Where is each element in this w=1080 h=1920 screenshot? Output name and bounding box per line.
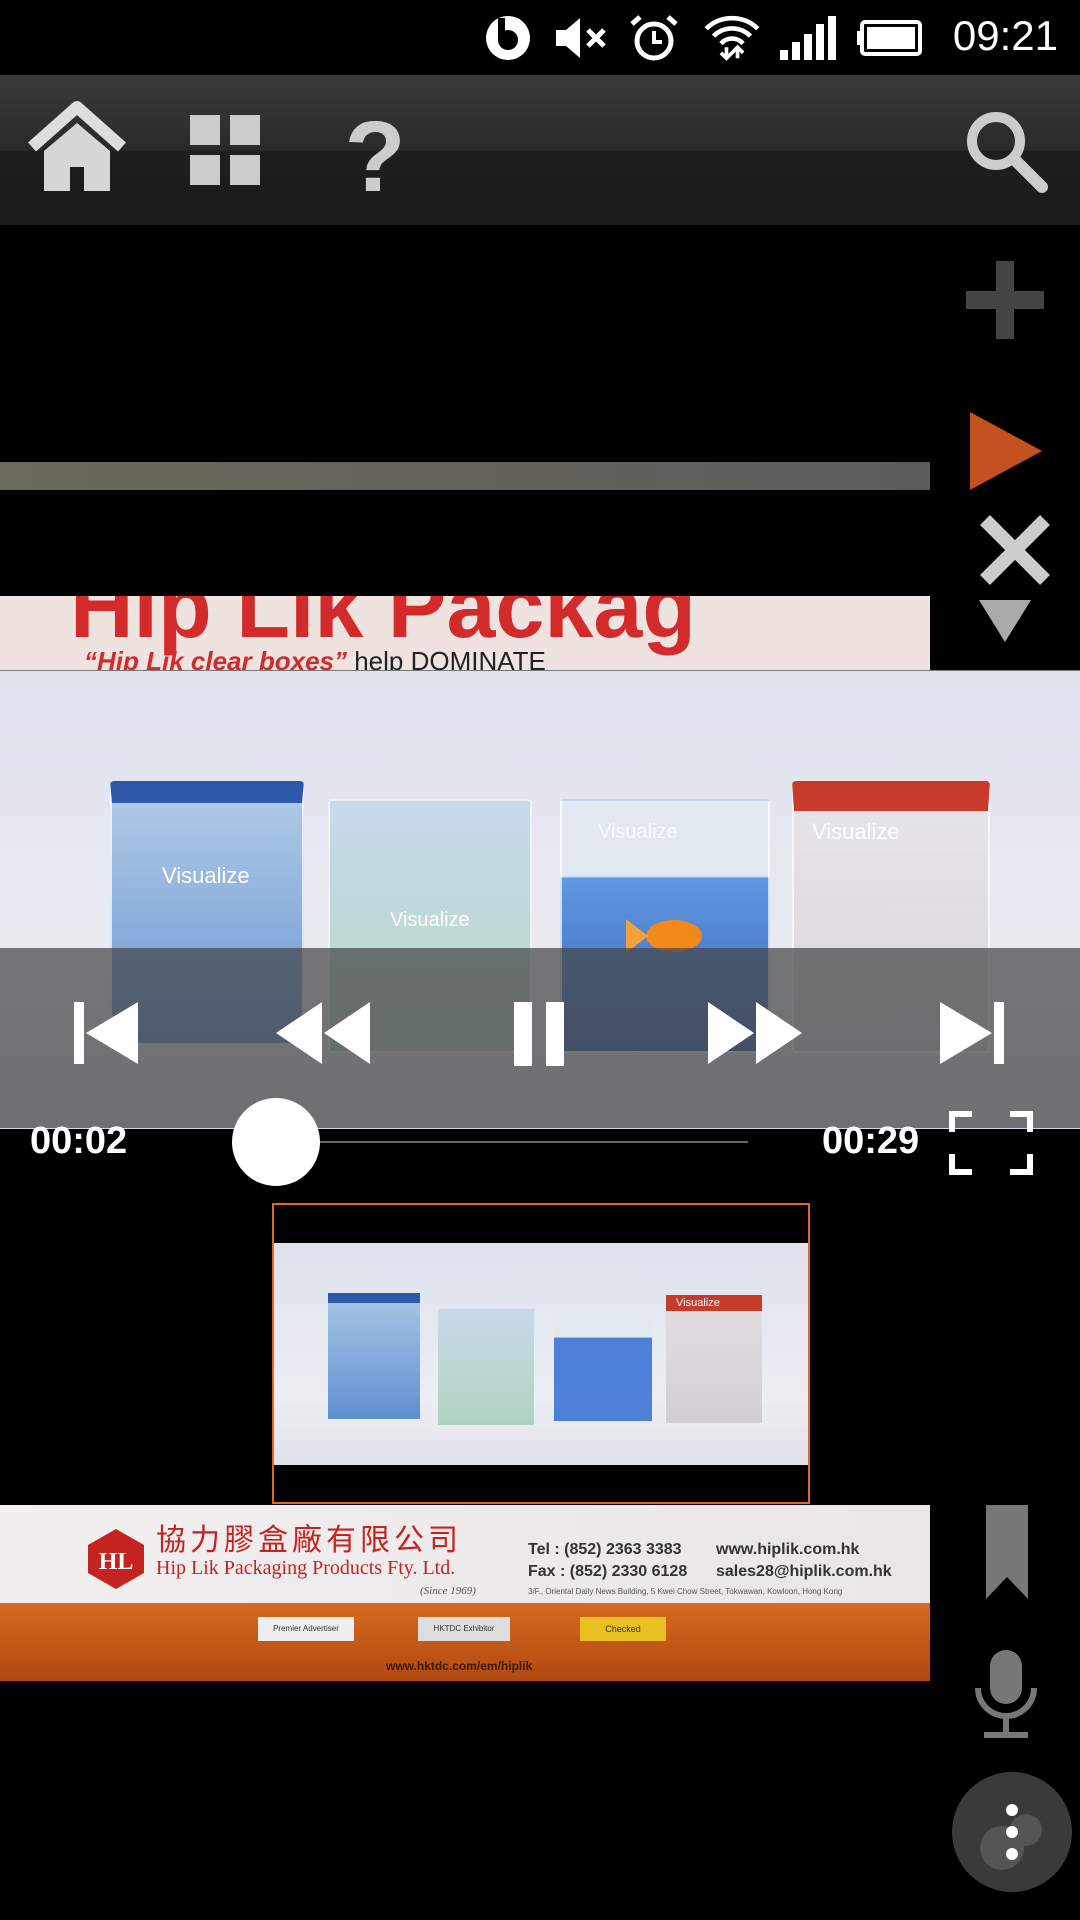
thumbnail-box-label: Visualize: [676, 1297, 720, 1309]
badge-premier-advertiser: Premier Advertiser: [258, 1617, 354, 1641]
company-email[interactable]: sales28@hiplik.com.hk: [716, 1563, 892, 1581]
box-label: Visualize: [812, 819, 900, 844]
search-icon[interactable]: [950, 95, 1060, 205]
close-icon[interactable]: [975, 510, 1055, 590]
toolbar: ?: [0, 75, 1080, 225]
current-time: 00:02: [30, 1120, 128, 1162]
company-chinese: 協力膠盒廠有限公司: [156, 1523, 462, 1558]
grid-icon[interactable]: [170, 95, 280, 205]
thumbnail-image: Visualize: [274, 1243, 808, 1465]
help-icon[interactable]: ?: [320, 95, 430, 205]
add-icon[interactable]: [960, 255, 1050, 345]
company-address: 3/F., Oriental Daily News Building, 5 Kw…: [528, 1587, 843, 1596]
badge-hktdc-exhibitor: HKTDC Exhibitor: [418, 1617, 510, 1641]
company-website[interactable]: www.hiplik.com.hk: [716, 1541, 859, 1559]
clock: 09:21: [952, 12, 1058, 59]
box-label: Visualize: [162, 863, 250, 888]
total-time: 00:29: [822, 1120, 920, 1162]
rewind-icon[interactable]: [268, 978, 378, 1088]
wifi-icon: [704, 15, 760, 61]
play-icon[interactable]: [960, 408, 1050, 494]
ad-subline-highlight: “Hip Lik clear boxes”: [84, 646, 347, 670]
svg-text:HL: HL: [99, 1549, 134, 1575]
pause-icon[interactable]: [484, 978, 594, 1088]
skip-previous-icon[interactable]: [52, 978, 162, 1088]
fullscreen-icon[interactable]: [948, 1110, 1034, 1176]
company-logo: HL: [88, 1529, 144, 1589]
ad-subline: “Hip Lik clear boxes” help DOMINATE: [84, 646, 546, 670]
company-since: (Since 1969): [420, 1585, 476, 1597]
company-fax: Fax : (852) 2330 6128: [528, 1563, 688, 1580]
company-tel: Tel : (852) 2363 3383: [528, 1541, 682, 1558]
svg-text:?: ?: [344, 101, 405, 205]
battery-icon: [857, 20, 922, 56]
home-icon[interactable]: [22, 95, 132, 205]
triangle-down-icon[interactable]: [975, 596, 1035, 646]
signal-icon: [780, 16, 836, 60]
status-bar: 09:21: [0, 0, 1080, 75]
banner-top: HL 協力膠盒廠有限公司 Hip Lik Packaging Products …: [0, 1505, 930, 1603]
seek-thumb[interactable]: [231, 1098, 320, 1186]
skip-next-icon[interactable]: [916, 978, 1026, 1088]
company-banner[interactable]: HL 協力膠盒廠有限公司 Hip Lik Packaging Products …: [0, 1505, 930, 1681]
banner-bottom: Premier Advertiser HKTDC Exhibitor Check…: [0, 1603, 930, 1681]
banner-url[interactable]: www.hktdc.com/em/hiplik: [386, 1659, 532, 1673]
ad-subline-rest: help DOMINATE: [346, 646, 546, 670]
beats-audio-icon: [486, 16, 530, 60]
mute-icon: [556, 18, 606, 58]
microphone-icon[interactable]: [968, 1648, 1044, 1742]
badge-dnb-checked: Checked: [580, 1617, 666, 1641]
box-label: Visualize: [598, 821, 678, 843]
box-label: Visualize: [390, 909, 470, 931]
more-icon[interactable]: [950, 1770, 1074, 1894]
video-thumbnail[interactable]: Visualize: [272, 1203, 810, 1504]
company-english: Hip Lik Packaging Products Fty. Ltd.: [156, 1557, 456, 1579]
bookmark-icon[interactable]: [982, 1505, 1032, 1601]
loading-bar: [0, 462, 930, 490]
alarm-icon: [630, 15, 678, 61]
video-controls: [0, 948, 1080, 1128]
fast-forward-icon[interactable]: [700, 978, 810, 1088]
ad-strip[interactable]: Hip Lik Packag “Hip Lik clear boxes” hel…: [0, 596, 930, 670]
